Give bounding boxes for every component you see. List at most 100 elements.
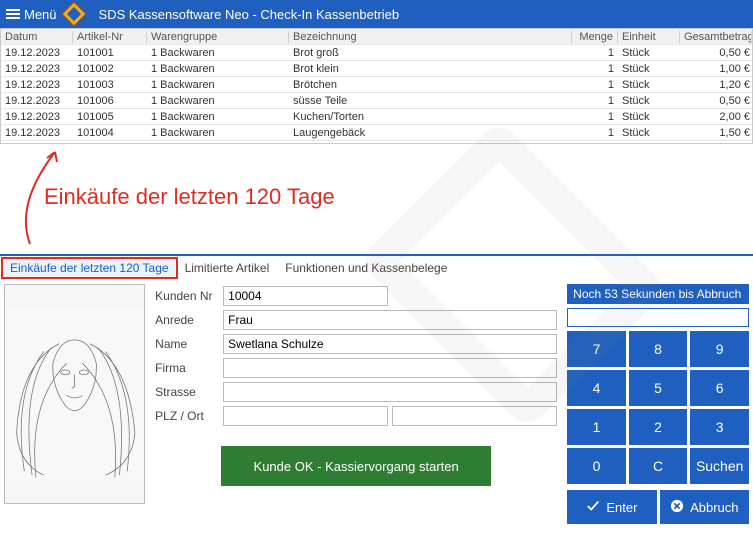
app-title: SDS Kassensoftware Neo - Check-In Kassen… xyxy=(99,7,400,22)
cell-wg: 1 Backwaren xyxy=(147,79,289,91)
label-plzort: PLZ / Ort xyxy=(155,409,217,423)
cell-einheit: Stück xyxy=(618,47,680,59)
cell-date: 19.12.2023 xyxy=(1,95,73,107)
cell-einheit: Stück xyxy=(618,95,680,107)
cell-wg: 1 Backwaren xyxy=(147,47,289,59)
cell-menge: 1 xyxy=(572,111,618,123)
menu-button[interactable]: Menü xyxy=(6,7,57,22)
cell-bez: Laugengebäck xyxy=(289,127,572,139)
input-kundennr[interactable] xyxy=(223,286,388,306)
key-8[interactable]: 8 xyxy=(629,331,688,367)
tab-limited-articles[interactable]: Limitierte Artikel xyxy=(177,258,278,278)
col-header-menge[interactable]: Menge xyxy=(572,31,618,43)
app-topbar: Menü SDS Kassensoftware Neo - Check-In K… xyxy=(0,0,753,28)
cell-gesamt: 0,50 € xyxy=(680,95,752,107)
cell-date: 19.12.2023 xyxy=(1,63,73,75)
key-4[interactable]: 4 xyxy=(567,370,626,406)
cell-gesamt: 1,00 € xyxy=(680,63,752,75)
cancel-circle-icon xyxy=(670,499,684,516)
key-search[interactable]: Suchen xyxy=(690,448,749,484)
cell-menge: 1 xyxy=(572,127,618,139)
cell-artnr: 101003 xyxy=(73,79,147,91)
cell-gesamt: 1,20 € xyxy=(680,79,752,91)
table-row[interactable]: 19.12.20231010041 BackwarenLaugengebäck1… xyxy=(1,125,752,141)
purchase-grid: Datum Artikel-Nr Warengruppe Bezeichnung… xyxy=(0,28,753,144)
cell-gesamt: 1,50 € xyxy=(680,127,752,139)
annotation-area: Einkäufe der letzten 120 Tage xyxy=(0,144,753,254)
cell-menge: 1 xyxy=(572,95,618,107)
key-2[interactable]: 2 xyxy=(629,409,688,445)
input-firma[interactable] xyxy=(223,358,557,378)
input-strasse[interactable] xyxy=(223,382,557,402)
cell-artnr: 101001 xyxy=(73,47,147,59)
col-header-artnr[interactable]: Artikel-Nr xyxy=(73,31,147,43)
key-7[interactable]: 7 xyxy=(567,331,626,367)
input-anrede[interactable] xyxy=(223,310,557,330)
cell-menge: 1 xyxy=(572,63,618,75)
customer-photo-sketch xyxy=(5,285,144,503)
cell-menge: 1 xyxy=(572,79,618,91)
annotation-text: Einkäufe der letzten 120 Tage xyxy=(44,184,335,210)
table-row[interactable]: 19.12.20231010021 BackwarenBrot klein1St… xyxy=(1,61,752,77)
cell-date: 19.12.2023 xyxy=(1,47,73,59)
cell-artnr: 101006 xyxy=(73,95,147,107)
enter-button[interactable]: Enter xyxy=(567,490,656,524)
table-row[interactable]: 19.12.20231010031 BackwarenBrötchen1Stüc… xyxy=(1,77,752,93)
tab-functions-receipts[interactable]: Funktionen und Kassenbelege xyxy=(277,258,455,278)
menu-button-label: Menü xyxy=(24,7,57,22)
countdown-label: Noch 53 Sekunden bis Abbruch xyxy=(567,284,749,304)
cell-menge: 1 xyxy=(572,47,618,59)
input-plz[interactable] xyxy=(223,406,388,426)
start-cashier-button[interactable]: Kunde OK - Kassiervorgang starten xyxy=(221,446,491,486)
col-header-wg[interactable]: Warengruppe xyxy=(147,31,289,43)
keypad-input[interactable] xyxy=(567,308,749,327)
cell-artnr: 101002 xyxy=(73,63,147,75)
col-header-date[interactable]: Datum xyxy=(1,31,73,43)
key-0[interactable]: 0 xyxy=(567,448,626,484)
enter-button-label: Enter xyxy=(606,500,637,515)
hamburger-icon xyxy=(6,9,20,19)
cell-wg: 1 Backwaren xyxy=(147,127,289,139)
cell-wg: 1 Backwaren xyxy=(147,111,289,123)
cell-bez: süsse Teile xyxy=(289,95,572,107)
key-3[interactable]: 3 xyxy=(690,409,749,445)
table-row[interactable]: 19.12.20231010061 Backwarensüsse Teile1S… xyxy=(1,93,752,109)
customer-photo xyxy=(4,284,145,504)
table-row[interactable]: 19.12.20231010011 BackwarenBrot groß1Stü… xyxy=(1,45,752,61)
label-name: Name xyxy=(155,337,217,351)
cell-bez: Kuchen/Torten xyxy=(289,111,572,123)
cell-date: 19.12.2023 xyxy=(1,111,73,123)
lower-tabs: Einkäufe der letzten 120 Tage Limitierte… xyxy=(0,256,753,278)
app-logo-icon xyxy=(61,1,86,26)
col-header-einheit[interactable]: Einheit xyxy=(618,31,680,43)
input-name[interactable] xyxy=(223,334,557,354)
cell-artnr: 101004 xyxy=(73,127,147,139)
table-row[interactable]: 19.12.20231010051 BackwarenKuchen/Torten… xyxy=(1,109,752,125)
key-6[interactable]: 6 xyxy=(690,370,749,406)
cell-bez: Brot groß xyxy=(289,47,572,59)
cell-einheit: Stück xyxy=(618,63,680,75)
check-icon xyxy=(586,499,600,516)
keypad-panel: Noch 53 Sekunden bis Abbruch 789 456 123 0C… xyxy=(567,284,749,524)
cell-einheit: Stück xyxy=(618,111,680,123)
key-9[interactable]: 9 xyxy=(690,331,749,367)
abort-button-label: Abbruch xyxy=(690,500,738,515)
key-1[interactable]: 1 xyxy=(567,409,626,445)
key-clear[interactable]: C xyxy=(629,448,688,484)
abort-button[interactable]: Abbruch xyxy=(660,490,749,524)
input-ort[interactable] xyxy=(392,406,557,426)
col-header-gesamt[interactable]: Gesamtbetrag xyxy=(680,31,752,43)
cell-bez: Brötchen xyxy=(289,79,572,91)
cell-date: 19.12.2023 xyxy=(1,127,73,139)
label-anrede: Anrede xyxy=(155,313,217,327)
label-firma: Firma xyxy=(155,361,217,375)
cell-wg: 1 Backwaren xyxy=(147,63,289,75)
col-header-bez[interactable]: Bezeichnung xyxy=(289,31,572,43)
key-5[interactable]: 5 xyxy=(629,370,688,406)
cell-gesamt: 2,00 € xyxy=(680,111,752,123)
tab-purchases-120d[interactable]: Einkäufe der letzten 120 Tage xyxy=(2,258,177,278)
cell-einheit: Stück xyxy=(618,127,680,139)
grid-header-row: Datum Artikel-Nr Warengruppe Bezeichnung… xyxy=(1,29,752,45)
cell-einheit: Stück xyxy=(618,79,680,91)
label-strasse: Strasse xyxy=(155,385,217,399)
